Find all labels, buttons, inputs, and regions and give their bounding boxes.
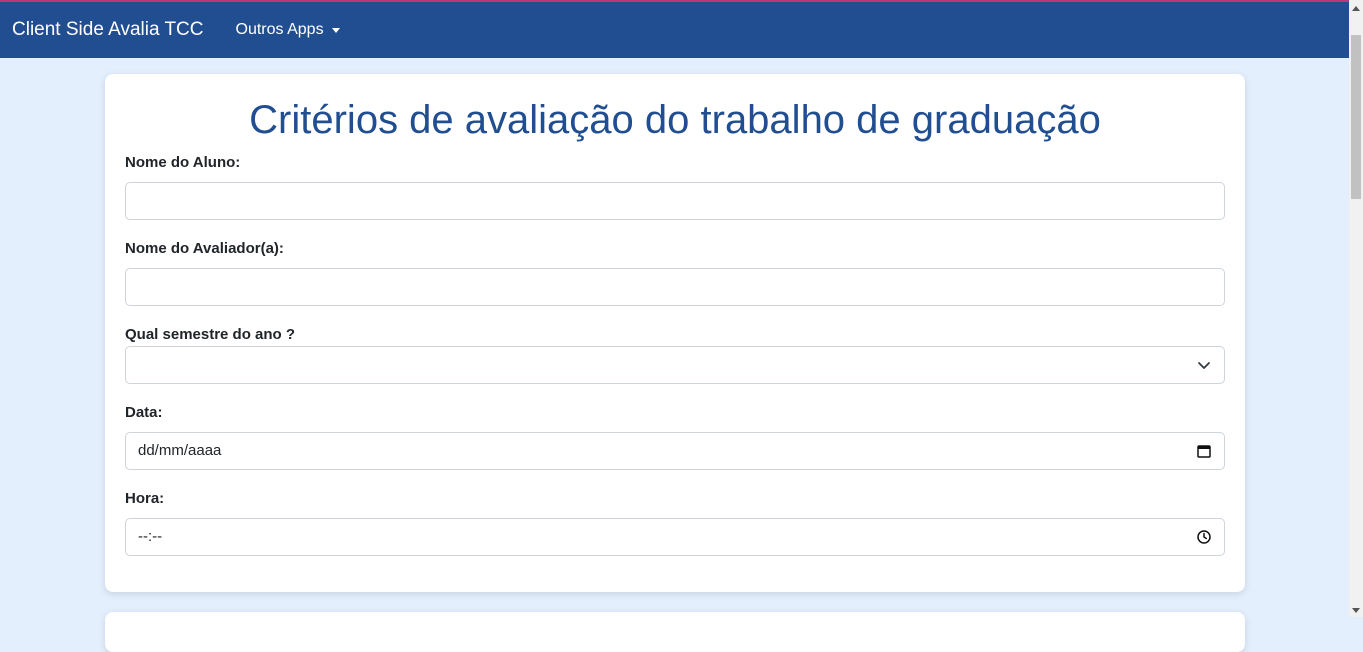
navbar: Client Side Avalia TCC Outros Apps [0,2,1349,58]
form-card: Critérios de avaliação do trabalho de gr… [105,74,1245,592]
semestre-select[interactable] [125,346,1225,384]
outros-apps-label: Outros Apps [235,21,324,38]
data-placeholder: dd/mm/aaaa [138,442,222,459]
avaliador-input[interactable] [126,269,1224,305]
aluno-label: Nome do Aluno: [125,154,241,171]
scroll-thumb[interactable] [1351,35,1361,199]
outros-apps-dropdown[interactable]: Outros Apps [236,21,340,39]
aluno-input[interactable] [126,183,1224,219]
navbar-brand[interactable]: Client Side Avalia TCC [12,19,204,41]
page-title: Critérios de avaliação do trabalho de gr… [249,98,1101,142]
avaliador-label: Nome do Avaliador(a): [125,240,284,257]
hora-placeholder: --:-- [138,528,163,545]
chevron-down-icon [1198,362,1210,369]
clock-icon[interactable] [1196,529,1212,545]
semestre-label: Qual semestre do ano ? [125,326,296,343]
scrollbar[interactable] [1349,0,1363,617]
data-input[interactable]: dd/mm/aaaa [125,432,1225,470]
hora-input[interactable]: --:-- [125,518,1225,556]
data-label: Data: [125,404,163,421]
scroll-down-icon[interactable] [1352,608,1360,613]
avaliador-field [125,268,1225,306]
next-card [105,612,1245,652]
caret-down-icon [331,27,340,33]
hora-label: Hora: [125,490,165,507]
aluno-field [125,182,1225,220]
scroll-up-icon[interactable] [1352,6,1360,11]
calendar-icon[interactable] [1196,443,1212,459]
